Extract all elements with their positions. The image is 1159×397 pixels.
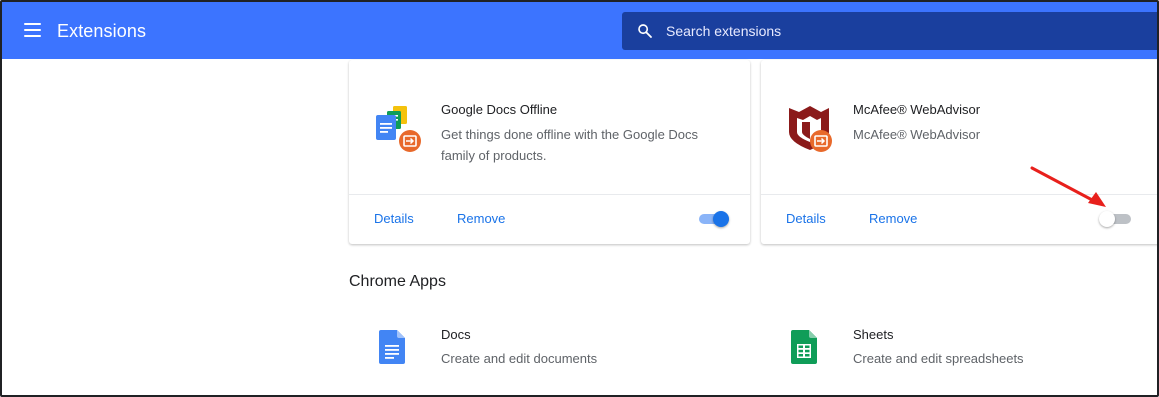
mcafee-webadvisor-icon bbox=[789, 106, 832, 152]
search-input[interactable] bbox=[666, 12, 1146, 50]
app-name: Sheets bbox=[853, 327, 894, 342]
remove-button[interactable]: Remove bbox=[869, 211, 917, 226]
toggle-knob bbox=[1099, 211, 1115, 227]
card-divider bbox=[349, 194, 750, 195]
google-docs-offline-icon bbox=[376, 106, 421, 152]
extension-card-google-docs-offline: Google Docs Offline Get things done offl… bbox=[349, 60, 750, 244]
details-button[interactable]: Details bbox=[374, 211, 414, 226]
extensions-page: Extensions Google Docs Offline Get thing… bbox=[0, 0, 1159, 397]
google-sheets-icon bbox=[791, 330, 817, 364]
page-title: Extensions bbox=[57, 21, 147, 41]
enable-toggle[interactable] bbox=[1099, 210, 1133, 228]
search-box[interactable] bbox=[622, 12, 1157, 50]
chrome-apps-heading: Chrome Apps bbox=[349, 273, 446, 290]
extension-description: Get things done offline with the Google … bbox=[441, 127, 699, 163]
google-docs-icon bbox=[379, 330, 405, 364]
details-button[interactable]: Details bbox=[786, 211, 826, 226]
remove-button[interactable]: Remove bbox=[457, 211, 505, 226]
search-icon bbox=[638, 24, 652, 38]
extension-name: Google Docs Offline bbox=[441, 102, 558, 117]
toggle-knob bbox=[713, 211, 729, 227]
red-arrow-icon bbox=[1030, 166, 1106, 207]
enable-toggle[interactable] bbox=[697, 210, 731, 228]
app-name: Docs bbox=[441, 327, 471, 342]
extension-card-mcafee-webadvisor: McAfee® WebAdvisor McAfee® WebAdvisor De… bbox=[761, 60, 1157, 244]
extension-description: McAfee® WebAdvisor bbox=[853, 127, 981, 142]
hamburger-menu-icon[interactable] bbox=[22, 19, 44, 41]
app-item-sheets[interactable]: Sheets Create and edit spreadsheets bbox=[761, 322, 1061, 382]
app-item-docs[interactable]: Docs Create and edit documents bbox=[349, 322, 649, 382]
app-description: Create and edit spreadsheets bbox=[853, 351, 1024, 366]
extension-name: McAfee® WebAdvisor bbox=[853, 102, 981, 117]
header-bar: Extensions bbox=[2, 2, 1157, 59]
app-description: Create and edit documents bbox=[441, 351, 598, 366]
